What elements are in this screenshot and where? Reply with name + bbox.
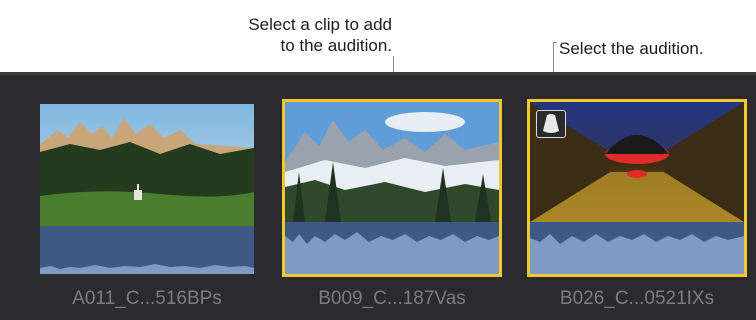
audition-callout: Select the audition. xyxy=(559,39,704,58)
clip-name-label-1: A011_C...516BPs xyxy=(72,288,222,309)
clip-thumbnail-2 xyxy=(285,102,499,222)
callout-area: Select a clip to add to the audition. Se… xyxy=(0,0,756,72)
clip-callout-line-1: Select a clip to add xyxy=(248,15,392,34)
browser-panel: A011_C...516BPs B009_C...187Vas B026_C..… xyxy=(0,72,756,320)
clip-filmstrip-3[interactable] xyxy=(527,99,747,277)
clip-waveform-2 xyxy=(285,222,499,274)
clip-filmstrip-1[interactable] xyxy=(40,104,254,274)
clip-name-label-3: B026_C...0521IXs xyxy=(559,288,715,309)
clip-name-label-2: B009_C...187Vas xyxy=(318,288,466,309)
audition-spotlight-icon[interactable] xyxy=(536,110,566,138)
audition-callout-leader-tick xyxy=(553,42,557,43)
clip-callout: Select a clip to add to the audition. xyxy=(222,14,392,56)
clip-waveform-3 xyxy=(530,222,744,274)
browser-top-edge xyxy=(0,72,756,75)
clip-filmstrip-2[interactable] xyxy=(282,99,502,277)
clip-waveform-1 xyxy=(40,226,254,274)
clip-callout-line-2: to the audition. xyxy=(280,36,392,55)
clip-thumbnail-1 xyxy=(40,104,254,226)
